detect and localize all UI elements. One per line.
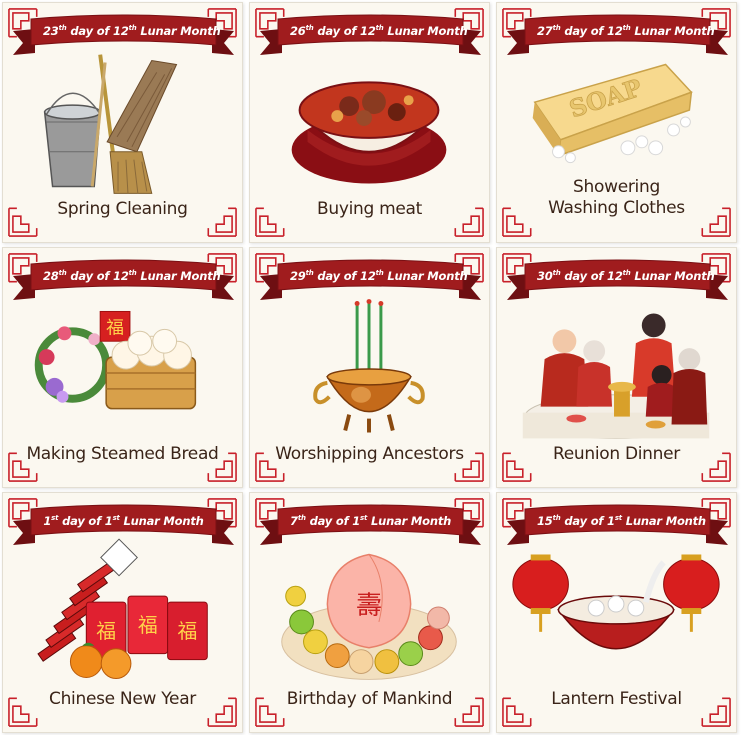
card-caption: Reunion Dinner — [553, 444, 680, 464]
banner-day: 15 — [537, 514, 553, 528]
card-buying-meat: 26th day of 12th Lunar Month Buying meat — [249, 2, 490, 243]
card-caption: Spring Cleaning — [57, 199, 188, 219]
svg-text:福: 福 — [138, 614, 158, 637]
banner-day: 27 — [537, 24, 553, 38]
card-caption: Lantern Festival — [551, 689, 682, 709]
date-banner: 28th day of 12th Lunar Month — [13, 258, 234, 304]
shou-glyph: 壽 — [356, 591, 382, 621]
banner-date-label: 30th day of 12th Lunar Month — [537, 269, 715, 283]
date-banner: 1st day of 1st Lunar Month — [13, 503, 234, 549]
date-banner: 15th day of 1st Lunar Month — [507, 503, 728, 549]
banner-date-label: 7th day of 1st Lunar Month — [290, 514, 452, 528]
banner-day: 28 — [43, 269, 59, 283]
festival-card-grid: 23th day of 12th Lunar Month Spring Clea… — [2, 2, 742, 733]
card-worshipping-ancestors: 29th day of 12th Lunar Month Worshipping… — [249, 247, 490, 488]
banner-date-label: 26th day of 12th Lunar Month — [290, 24, 468, 38]
card-reunion-dinner: 30th day of 12th Lunar Month Reunion Din… — [496, 247, 737, 488]
banner-day: 30 — [537, 269, 553, 283]
banner-day: 29 — [290, 269, 306, 283]
date-banner: 29th day of 12th Lunar Month — [260, 258, 481, 304]
card-birthday-of-mankind: 壽 7th day of 1st Lunar Month Birthday of… — [249, 492, 490, 733]
banner-date-label: 15th day of 1st Lunar Month — [537, 514, 706, 528]
card-caption: Birthday of Mankind — [286, 689, 453, 709]
svg-text:福: 福 — [178, 620, 198, 643]
banner-date-label: 27th day of 12th Lunar Month — [537, 24, 715, 38]
date-banner: 7th day of 1st Lunar Month — [260, 503, 481, 549]
date-banner: 27th day of 12th Lunar Month — [507, 13, 728, 59]
banner-date-label: 28th day of 12th Lunar Month — [43, 269, 221, 283]
card-caption: Worshipping Ancestors — [275, 444, 464, 464]
svg-text:福: 福 — [96, 620, 116, 643]
card-lantern-festival: 15th day of 1st Lunar Month Lantern Fest… — [496, 492, 737, 733]
date-banner: 23th day of 12th Lunar Month — [13, 13, 234, 59]
date-banner: 26th day of 12th Lunar Month — [260, 13, 481, 59]
card-showering: SOAP 27th day of 12th Lunar Month Shower… — [496, 2, 737, 243]
banner-day: 26 — [290, 24, 306, 38]
card-caption-line2: Washing Clothes — [548, 198, 685, 218]
fu-glyph: 福 — [106, 317, 124, 338]
banner-date-label: 29th day of 12th Lunar Month — [290, 269, 468, 283]
banner-day: 7 — [290, 514, 298, 528]
banner-day: 23 — [43, 24, 59, 38]
card-chinese-new-year: 福 福 福 1st day of 1st Lunar Month Chinese… — [2, 492, 243, 733]
card-caption: Making Steamed Bread — [26, 444, 219, 464]
banner-day: 1 — [43, 514, 52, 528]
card-spring-cleaning: 23th day of 12th Lunar Month Spring Clea… — [2, 2, 243, 243]
card-steamed-bread: 福 28th day of 12th Lunar Month Making St… — [2, 247, 243, 488]
banner-date-label: 1st day of 1st Lunar Month — [43, 514, 204, 528]
banner-date-label: 23th day of 12th Lunar Month — [43, 24, 221, 38]
date-banner: 30th day of 12th Lunar Month — [507, 258, 728, 304]
card-caption: Showering — [573, 177, 660, 197]
card-caption: Chinese New Year — [49, 689, 196, 709]
card-caption: Buying meat — [317, 199, 422, 219]
